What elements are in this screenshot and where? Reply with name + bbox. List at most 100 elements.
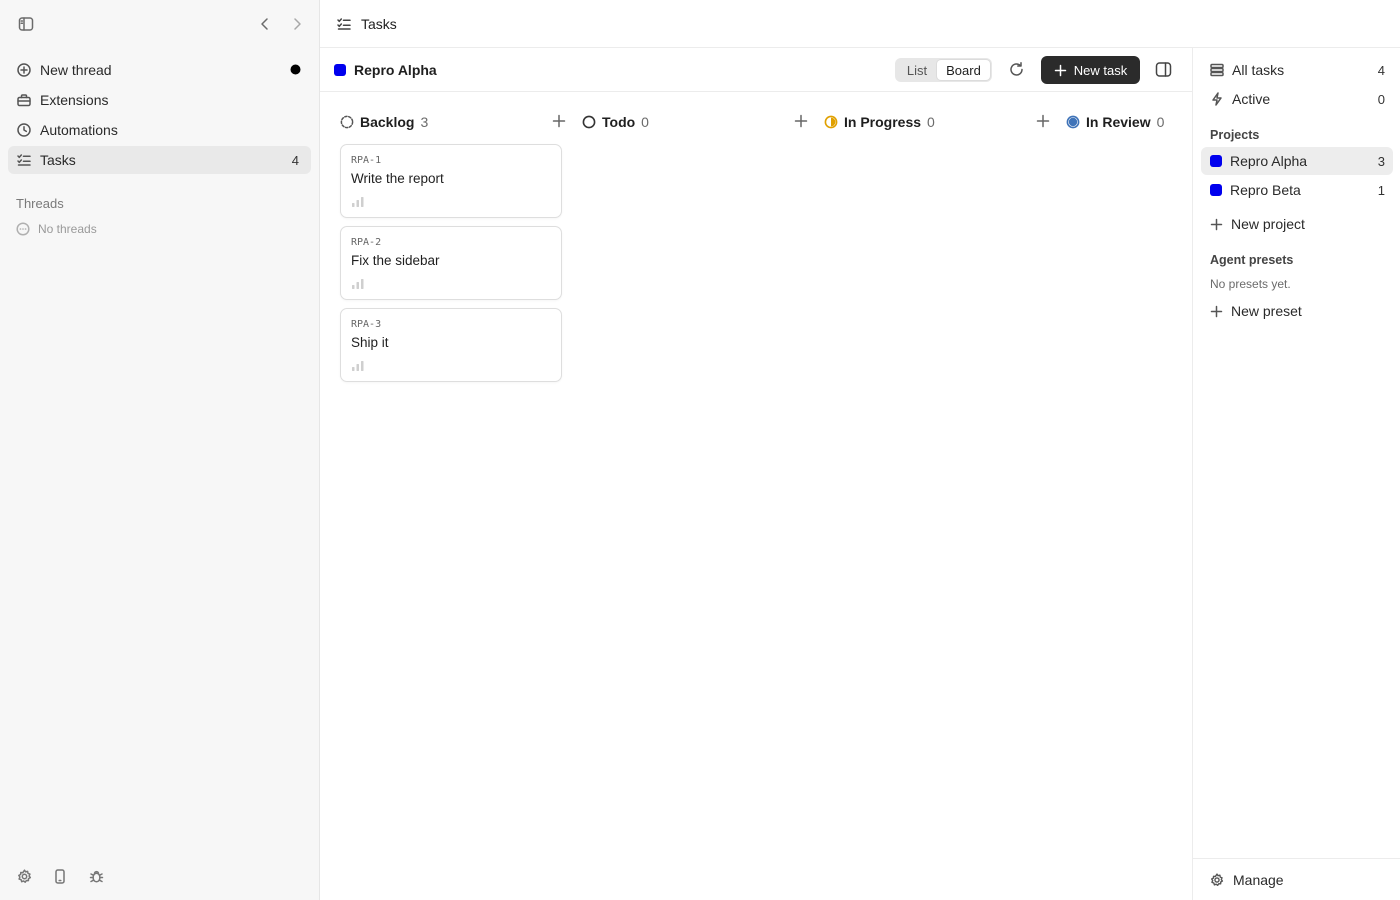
sidebar-item-tasks[interactable]: Tasks 4	[8, 146, 311, 174]
priority-bars-icon	[352, 279, 364, 289]
gear-icon	[1210, 872, 1224, 887]
new-task-label: New task	[1073, 62, 1128, 78]
new-project-button[interactable]: New project	[1201, 210, 1393, 238]
new-preset-button[interactable]: New preset	[1201, 297, 1393, 325]
project-color-swatch	[1210, 155, 1222, 167]
column-count: 0	[927, 114, 935, 130]
add-task-icon[interactable]	[794, 114, 808, 128]
sidebar-item-extensions[interactable]: Extensions	[8, 86, 311, 114]
add-task-icon[interactable]	[552, 114, 566, 128]
project-color-swatch	[1210, 184, 1222, 196]
task-card[interactable]: RPA-1 Write the report	[340, 144, 562, 218]
board-toolbar: Repro Alpha List Board New task	[320, 48, 1192, 92]
view-board-button[interactable]: Board	[937, 60, 990, 80]
left-sidebar: New thread Extensions Automations Tasks …	[0, 0, 320, 900]
task-card[interactable]: RPA-3 Ship it	[340, 308, 562, 382]
sidebar-item-label: Automations	[40, 122, 118, 138]
column-count: 3	[420, 114, 429, 130]
view-toggle: List Board	[895, 58, 992, 82]
filter-all-tasks[interactable]: All tasks 4	[1201, 56, 1393, 84]
task-key: RPA-2	[351, 237, 382, 248]
no-threads-label: No threads	[38, 222, 97, 236]
refresh-icon[interactable]	[1008, 61, 1025, 78]
lightning-icon	[1210, 92, 1224, 106]
main-header: Tasks	[320, 0, 1400, 48]
checklist-icon	[337, 17, 351, 31]
view-list-button[interactable]: List	[897, 60, 937, 80]
clock-icon	[17, 123, 31, 137]
column-header: In Progress 0	[824, 110, 1056, 134]
projects-heading: Projects	[1210, 128, 1260, 142]
project-count: 3	[1377, 153, 1385, 169]
plus-icon	[1210, 305, 1223, 318]
gear-icon[interactable]	[17, 869, 32, 884]
sidebar-item-label: Extensions	[40, 92, 109, 108]
task-key: RPA-1	[351, 155, 382, 166]
filter-label: All tasks	[1232, 62, 1285, 78]
toolbox-icon	[17, 93, 31, 107]
column-header: Todo 0	[582, 110, 814, 134]
right-panel-toggle-icon[interactable]	[1155, 61, 1172, 78]
manage-button[interactable]: Manage	[1193, 858, 1400, 900]
task-title: Fix the sidebar	[351, 253, 440, 268]
bug-icon[interactable]	[89, 869, 104, 884]
project-item-repro-alpha[interactable]: Repro Alpha 3	[1201, 147, 1393, 175]
sidebar-item-automations[interactable]: Automations	[8, 116, 311, 144]
sidebar-item-label: Tasks	[40, 152, 76, 168]
new-thread-label: New thread	[40, 62, 112, 78]
priority-bars-icon	[352, 361, 364, 371]
manage-label: Manage	[1233, 871, 1284, 888]
board-area: Repro Alpha List Board New task Backlog …	[320, 48, 1192, 900]
task-card[interactable]: RPA-2 Fix the sidebar	[340, 226, 562, 300]
forward-chevron-icon[interactable]	[290, 16, 304, 32]
sidebar-bottom-bar	[0, 852, 320, 900]
project-label: Repro Alpha	[1230, 153, 1308, 169]
page-title: Tasks	[361, 15, 397, 32]
agent-presets-heading: Agent presets	[1210, 253, 1294, 267]
column-header: Backlog 3	[340, 110, 572, 134]
threads-heading: Threads	[16, 196, 64, 211]
chat-bubble-icon	[16, 222, 30, 236]
priority-bars-icon	[352, 197, 364, 207]
filter-count: 4	[1377, 62, 1385, 78]
filter-active[interactable]: Active 0	[1201, 85, 1393, 113]
project-count: 1	[1377, 182, 1385, 198]
search-icon[interactable]	[289, 63, 304, 78]
sidebar-toggle-icon[interactable]	[18, 16, 34, 32]
back-chevron-icon[interactable]	[258, 16, 272, 32]
column-count: 0	[1156, 114, 1165, 130]
new-project-label: New project	[1231, 216, 1305, 232]
column-label: In Progress	[844, 114, 922, 130]
new-task-button[interactable]: New task	[1041, 56, 1140, 84]
task-key: RPA-3	[351, 319, 382, 330]
circle-icon	[582, 115, 596, 129]
dashed-circle-icon	[340, 115, 354, 129]
project-label: Repro Beta	[1230, 182, 1301, 198]
column-label: Todo	[602, 114, 636, 130]
checklist-icon	[17, 153, 31, 167]
mobile-device-icon[interactable]	[53, 869, 67, 884]
new-preset-label: New preset	[1231, 303, 1302, 319]
project-color-swatch	[334, 64, 346, 76]
project-name: Repro Alpha	[354, 62, 437, 78]
column-in-review: In Review 0	[1066, 110, 1176, 134]
project-item-repro-beta[interactable]: Repro Beta 1	[1201, 176, 1393, 204]
add-task-icon[interactable]	[1036, 114, 1050, 128]
plus-icon	[1210, 218, 1223, 231]
column-todo: Todo 0	[582, 110, 814, 134]
filled-circle-icon	[1066, 115, 1080, 129]
sidebar-top-bar	[0, 0, 320, 48]
column-count: 0	[641, 114, 649, 130]
no-threads-placeholder: No threads	[16, 222, 97, 236]
no-presets-note: No presets yet.	[1210, 277, 1291, 291]
current-project[interactable]: Repro Alpha	[334, 62, 437, 78]
column-label: Backlog	[360, 114, 415, 130]
tasks-count-badge: 4	[291, 152, 299, 168]
new-thread-button[interactable]: New thread	[8, 56, 311, 84]
plus-icon	[1054, 64, 1067, 77]
right-panel: All tasks 4 Active 0 Projects Repro Alph…	[1192, 48, 1400, 900]
filter-count: 0	[1377, 91, 1385, 107]
stack-icon	[1210, 63, 1224, 77]
task-title: Ship it	[351, 335, 389, 350]
column-in-progress: In Progress 0	[824, 110, 1056, 134]
